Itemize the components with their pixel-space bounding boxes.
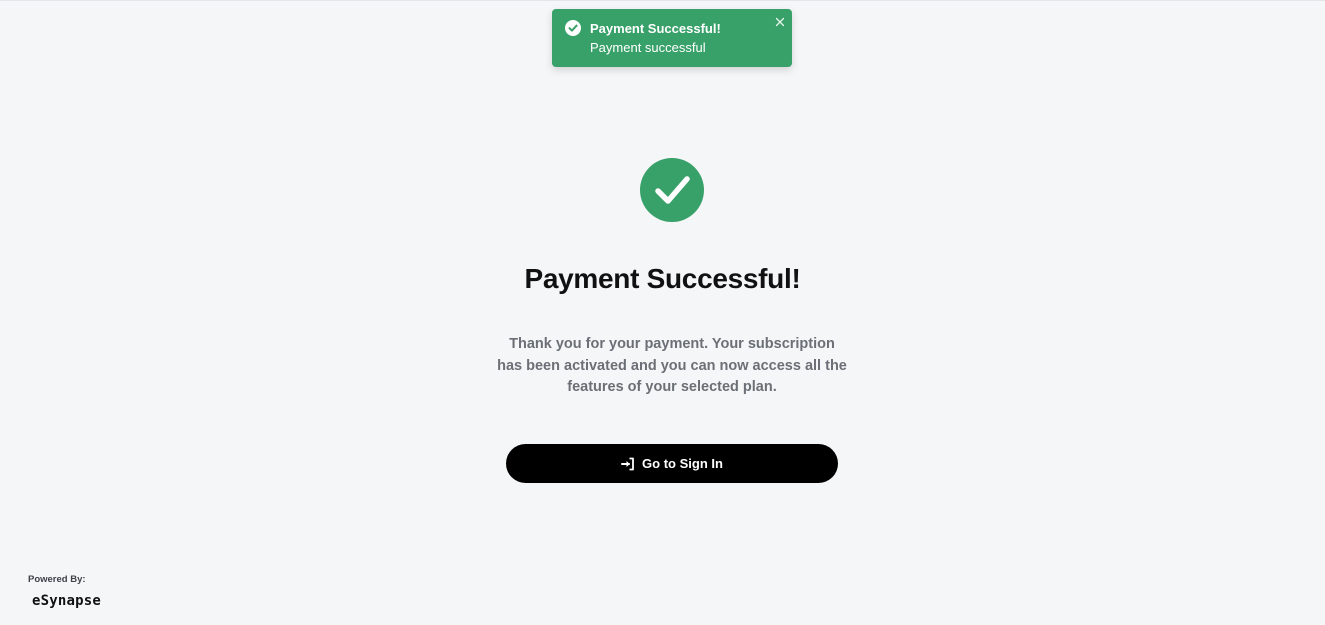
success-check-icon [640, 158, 704, 222]
go-to-sign-in-button[interactable]: Go to Sign In [506, 444, 838, 483]
toast-title: Payment Successful! [590, 21, 721, 36]
check-circle-icon [565, 20, 581, 36]
payment-success-page: Payment Successful! Payment successful P… [0, 0, 1325, 625]
sign-in-icon [621, 457, 635, 471]
page-title: Payment Successful! [524, 263, 801, 294]
toast-message: Payment successful [590, 40, 706, 55]
esynapse-logo: eSynapse [32, 593, 102, 609]
payment-success-toast: Payment Successful! Payment successful [552, 9, 792, 67]
go-to-sign-in-label: Go to Sign In [642, 456, 723, 471]
powered-by-label: Powered By: [28, 574, 86, 585]
success-message: Thank you for your payment. Your subscri… [497, 336, 847, 395]
close-icon[interactable] [773, 15, 787, 29]
